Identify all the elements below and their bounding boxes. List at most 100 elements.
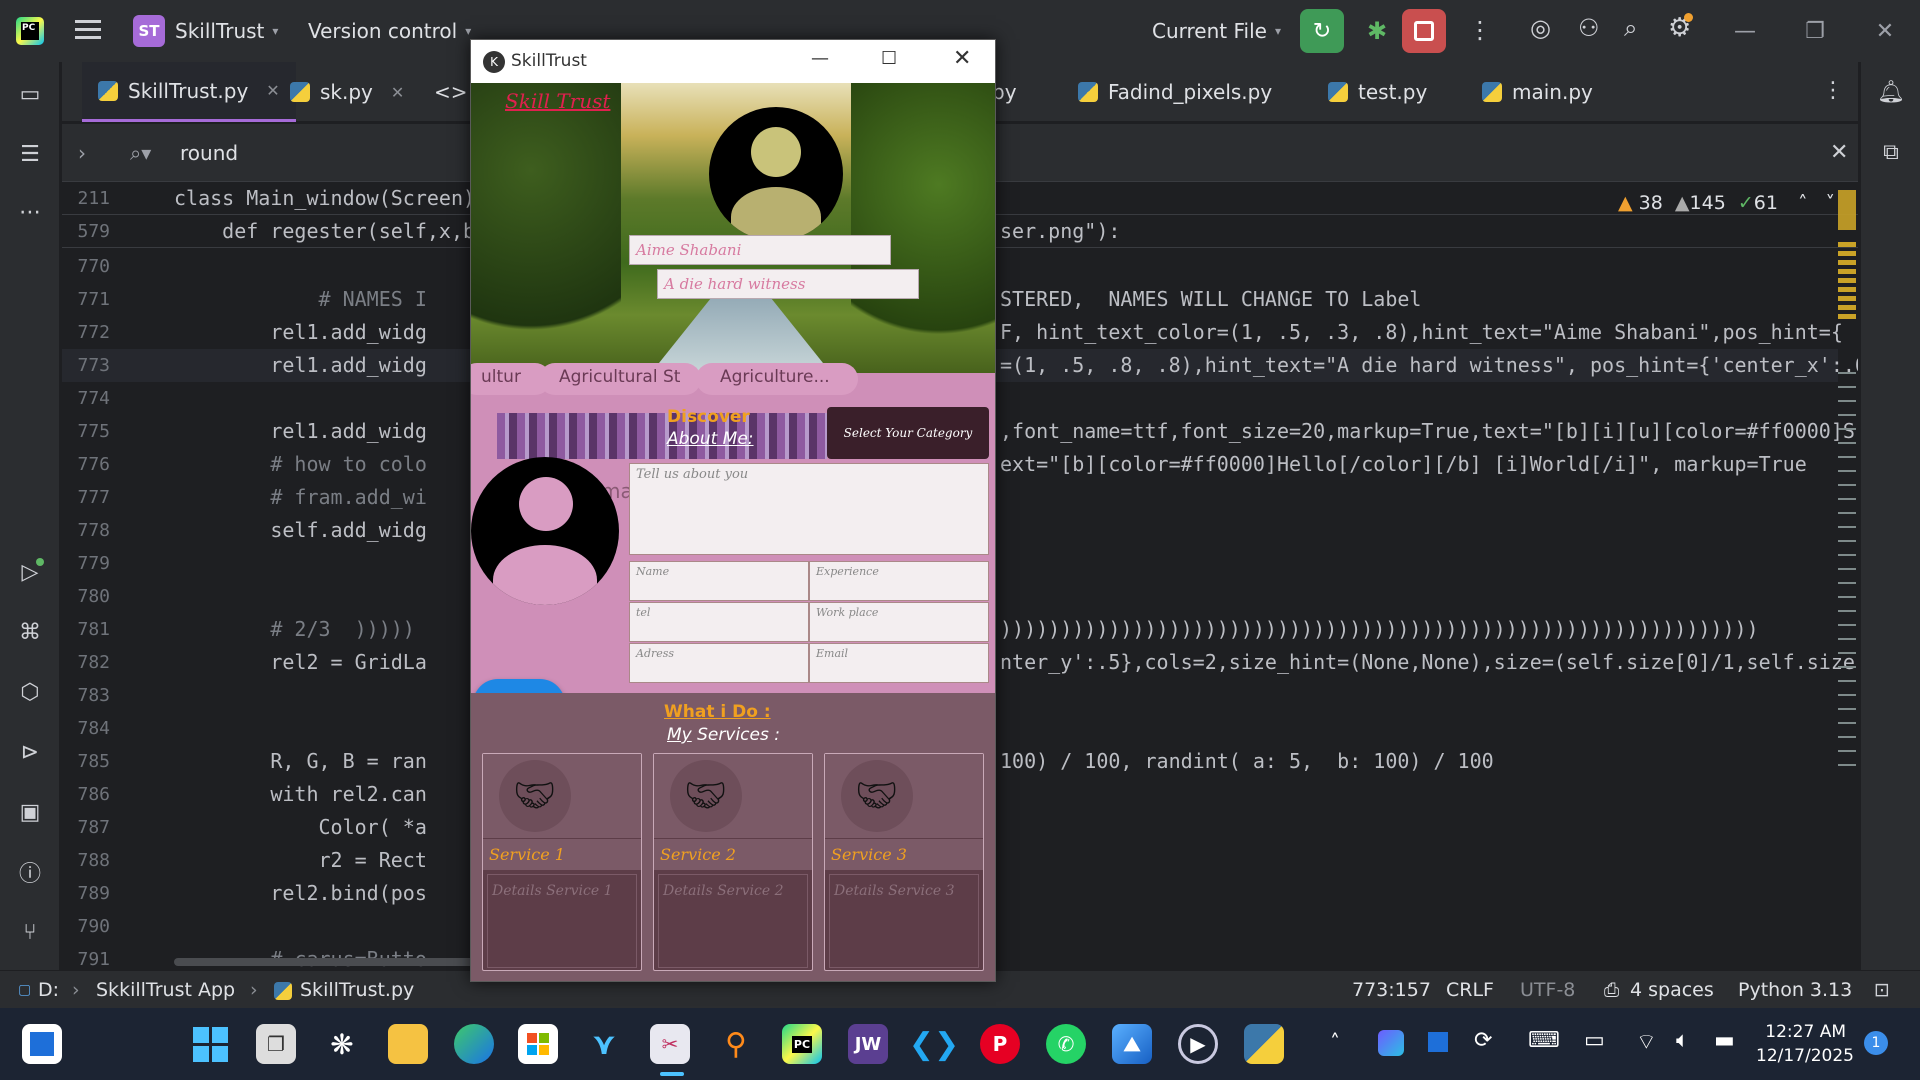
terminal-icon[interactable]: ▣ <box>14 796 46 828</box>
battery-icon[interactable]: ▬ <box>1714 1028 1735 1053</box>
snipping-tool-icon[interactable]: ✂ <box>650 1024 690 1064</box>
notifications-bell-icon[interactable]: 🔔︎ <box>1875 76 1907 108</box>
about-avatar[interactable] <box>471 457 619 605</box>
notification-count-badge[interactable]: 1 <box>1864 1031 1888 1055</box>
close-window-button[interactable]: ✕ <box>1850 0 1920 62</box>
app-close-button[interactable]: ✕ <box>953 46 971 71</box>
breadcrumb-drive[interactable]: D: <box>38 979 59 1001</box>
chevron-up-icon[interactable]: ˄ <box>1330 1030 1340 1054</box>
tabs-more-icon[interactable]: ⋮ <box>1822 78 1844 103</box>
more-actions-icon[interactable]: ⋮ <box>1468 16 1492 44</box>
code-with-me-icon[interactable]: ⚇ <box>1578 14 1600 42</box>
task-view-icon[interactable]: ❐ <box>256 1024 296 1064</box>
git-branch-icon[interactable]: ⑂ <box>14 916 46 948</box>
file-explorer-icon[interactable] <box>388 1024 428 1064</box>
python-app-icon[interactable] <box>1244 1024 1284 1064</box>
photos-icon[interactable]: ⛰ <box>1112 1024 1152 1064</box>
chevron-up-icon[interactable]: ˄ <box>1798 192 1808 214</box>
media-player-icon[interactable]: ▶ <box>1178 1024 1218 1064</box>
tab-fadind-pixels[interactable]: Fadind_pixels.py <box>1078 62 1272 122</box>
search-everywhere-icon[interactable]: ⌕ <box>1624 14 1637 42</box>
edge-browser-icon[interactable] <box>454 1024 494 1064</box>
debug-button[interactable]: ✱ <box>1355 9 1399 53</box>
wifi-icon[interactable]: ⌔ <box>1636 1028 1657 1056</box>
breadcrumb-file[interactable]: SkillTrust.py <box>300 979 414 1001</box>
copilot-tray-icon[interactable] <box>1378 1030 1404 1056</box>
clock[interactable]: 12:27 AM 12/17/2025 <box>1756 1020 1854 1068</box>
discover-label[interactable]: Discover <box>667 407 750 427</box>
more-tools-icon[interactable]: ⋯ <box>14 196 46 228</box>
service-details[interactable]: Details Service 1 <box>487 874 637 968</box>
search-app-icon[interactable]: ⚲ <box>716 1024 756 1064</box>
close-tab-icon[interactable]: ✕ <box>266 81 279 100</box>
app-maximize-button[interactable]: ☐ <box>881 48 897 69</box>
start-menu-icon[interactable] <box>190 1024 230 1064</box>
tab-main[interactable]: main.py <box>1482 62 1593 122</box>
about-text-area[interactable]: Tell us about you <box>629 463 989 555</box>
service-card[interactable]: 🤝︎ Service 2 Details Service 2 <box>653 753 813 971</box>
category-tab[interactable]: Agriculture... <box>696 363 858 395</box>
services-icon[interactable]: ⊳ <box>14 736 46 768</box>
pinterest-icon[interactable]: P <box>980 1024 1020 1064</box>
tagline-input[interactable]: A die hard witness <box>657 269 919 299</box>
problems-icon[interactable]: ⓘ <box>14 856 46 888</box>
keyboard-icon[interactable]: ⌨ <box>1528 1028 1560 1053</box>
service-details[interactable]: Details Service 3 <box>829 874 979 968</box>
project-folder-icon[interactable]: ▭ <box>14 78 46 110</box>
chevron-down-icon[interactable]: ˅ <box>1826 192 1836 214</box>
chatgpt-icon[interactable]: ❋ <box>322 1024 362 1064</box>
breadcrumb-project[interactable]: SkkillTrust App <box>96 979 235 1001</box>
caret-position[interactable]: 773:157 <box>1352 979 1431 1001</box>
maximize-button[interactable]: ❐ <box>1780 0 1850 62</box>
version-control-menu[interactable]: Version control ▾ <box>308 19 471 43</box>
tray-app-icon[interactable] <box>1428 1032 1448 1052</box>
vscode-icon[interactable]: ❮❯ <box>909 1024 959 1064</box>
tab-test[interactable]: test.py <box>1328 62 1427 122</box>
minimize-button[interactable]: — <box>1710 0 1780 62</box>
microsoft-store-icon[interactable] <box>518 1024 558 1064</box>
tel-field[interactable]: tel <box>629 602 809 642</box>
python-console-icon[interactable]: ⌘ <box>14 616 46 648</box>
line-separator[interactable]: CRLF <box>1446 979 1494 1001</box>
file-encoding[interactable]: UTF-8 <box>1520 979 1575 1001</box>
rerun-button[interactable]: ↻ <box>1300 9 1344 53</box>
name-field[interactable]: Name <box>629 561 809 601</box>
lock-icon[interactable]: ⊡ <box>1874 979 1890 1001</box>
main-menu-icon[interactable] <box>75 18 101 40</box>
search-input[interactable]: round <box>180 141 238 165</box>
indent-setting[interactable]: 4 spaces <box>1630 979 1714 1001</box>
tab-skilltrust[interactable]: SkillTrust.py ✕ <box>82 62 296 122</box>
settings-gear-icon[interactable]: ⚙ <box>1668 13 1693 43</box>
python-interpreter[interactable]: Python 3.13 <box>1738 979 1852 1001</box>
volume-icon[interactable]: 🔈︎ <box>1676 1028 1689 1053</box>
python-packages-icon[interactable]: ⬡ <box>14 676 46 708</box>
project-switcher[interactable]: ST SkillTrust ▾ <box>133 15 278 47</box>
email-field[interactable]: Email <box>809 643 989 683</box>
name-input[interactable]: Aime Shabani <box>629 235 891 265</box>
structure-icon[interactable]: ☰ <box>14 138 46 170</box>
select-category-button[interactable]: Select Your Category <box>827 407 989 459</box>
expand-replace-icon[interactable]: › <box>78 141 86 165</box>
pycharm-logo-icon[interactable]: PC <box>16 17 44 45</box>
run-config-selector[interactable]: Current File ▾ <box>1152 19 1281 43</box>
run-icon[interactable]: ▷ <box>14 556 46 588</box>
display-icon[interactable]: ▭ <box>1584 1028 1605 1053</box>
h-scrollbar[interactable] <box>174 958 474 966</box>
work-place-field[interactable]: Work place <box>809 602 989 642</box>
service-card[interactable]: 🤝︎ Service 1 Details Service 1 <box>482 753 642 971</box>
pycharm-taskbar-icon[interactable]: PC <box>782 1024 822 1064</box>
jw-library-icon[interactable]: JW <box>848 1024 888 1064</box>
widgets-icon[interactable] <box>22 1024 62 1064</box>
tab-sk[interactable]: sk.py ✕ <box>290 62 404 122</box>
inspection-widget[interactable]: ▲ 38 ▲145 ✓61 ˄ ˅ <box>1618 192 1835 214</box>
ai-chat-icon[interactable]: ⧉ <box>1875 136 1907 168</box>
close-find-icon[interactable]: ✕ <box>1830 140 1848 165</box>
ai-assistant-icon[interactable]: ◎ <box>1530 14 1551 42</box>
category-tab[interactable]: Agricultural St <box>539 363 701 395</box>
stop-button[interactable] <box>1402 9 1446 53</box>
app-minimize-button[interactable]: — <box>811 48 829 69</box>
profile-avatar[interactable] <box>709 107 843 241</box>
address-field[interactable]: Adress <box>629 643 809 683</box>
sync-tray-icon[interactable]: ⟳ <box>1474 1028 1492 1053</box>
experience-field[interactable]: Experience <box>809 561 989 601</box>
